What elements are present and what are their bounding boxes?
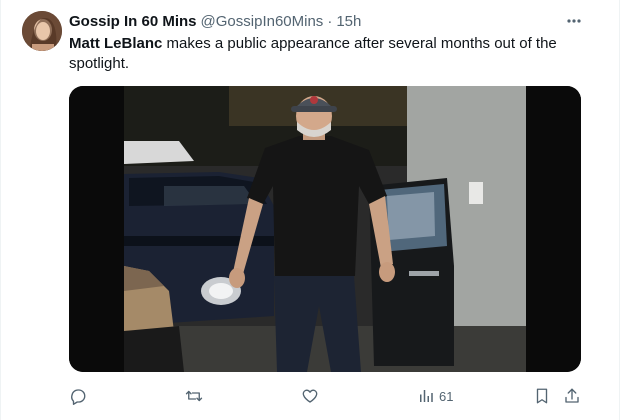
views-count: 61 — [439, 388, 454, 404]
timestamp[interactable]: 15h — [336, 12, 361, 32]
reply-button[interactable] — [69, 385, 87, 407]
video-frame — [69, 86, 581, 372]
retweet-icon — [185, 390, 203, 402]
user-handle[interactable]: @GossipIn60Mins — [201, 12, 324, 32]
retweet-button[interactable] — [185, 385, 203, 407]
views-icon — [420, 390, 433, 402]
tweet-card[interactable]: Gossip In 60 Mins @GossipIn60Mins · 15h … — [0, 0, 620, 420]
views-button[interactable]: 61 — [417, 385, 453, 407]
tweet-header: Gossip In 60 Mins @GossipIn60Mins · 15h — [69, 12, 361, 32]
bookmark-button[interactable] — [533, 385, 551, 407]
avatar-image — [22, 11, 62, 51]
tweet-actions: 61 — [69, 385, 589, 407]
share-icon — [565, 388, 579, 403]
avatar[interactable] — [22, 11, 62, 51]
more-options-icon[interactable] — [564, 11, 584, 31]
like-icon — [302, 389, 318, 403]
separator-dot: · — [327, 13, 333, 30]
tweet-text: Matt LeBlanc makes a public appearance a… — [69, 34, 589, 74]
bookmark-icon — [536, 388, 548, 404]
display-name[interactable]: Gossip In 60 Mins — [69, 12, 197, 32]
tweet-media-video[interactable] — [69, 86, 581, 372]
share-button[interactable] — [563, 385, 581, 407]
reply-icon — [71, 389, 86, 405]
tweet-text-name: Matt LeBlanc — [69, 35, 163, 52]
like-button[interactable] — [301, 385, 319, 407]
